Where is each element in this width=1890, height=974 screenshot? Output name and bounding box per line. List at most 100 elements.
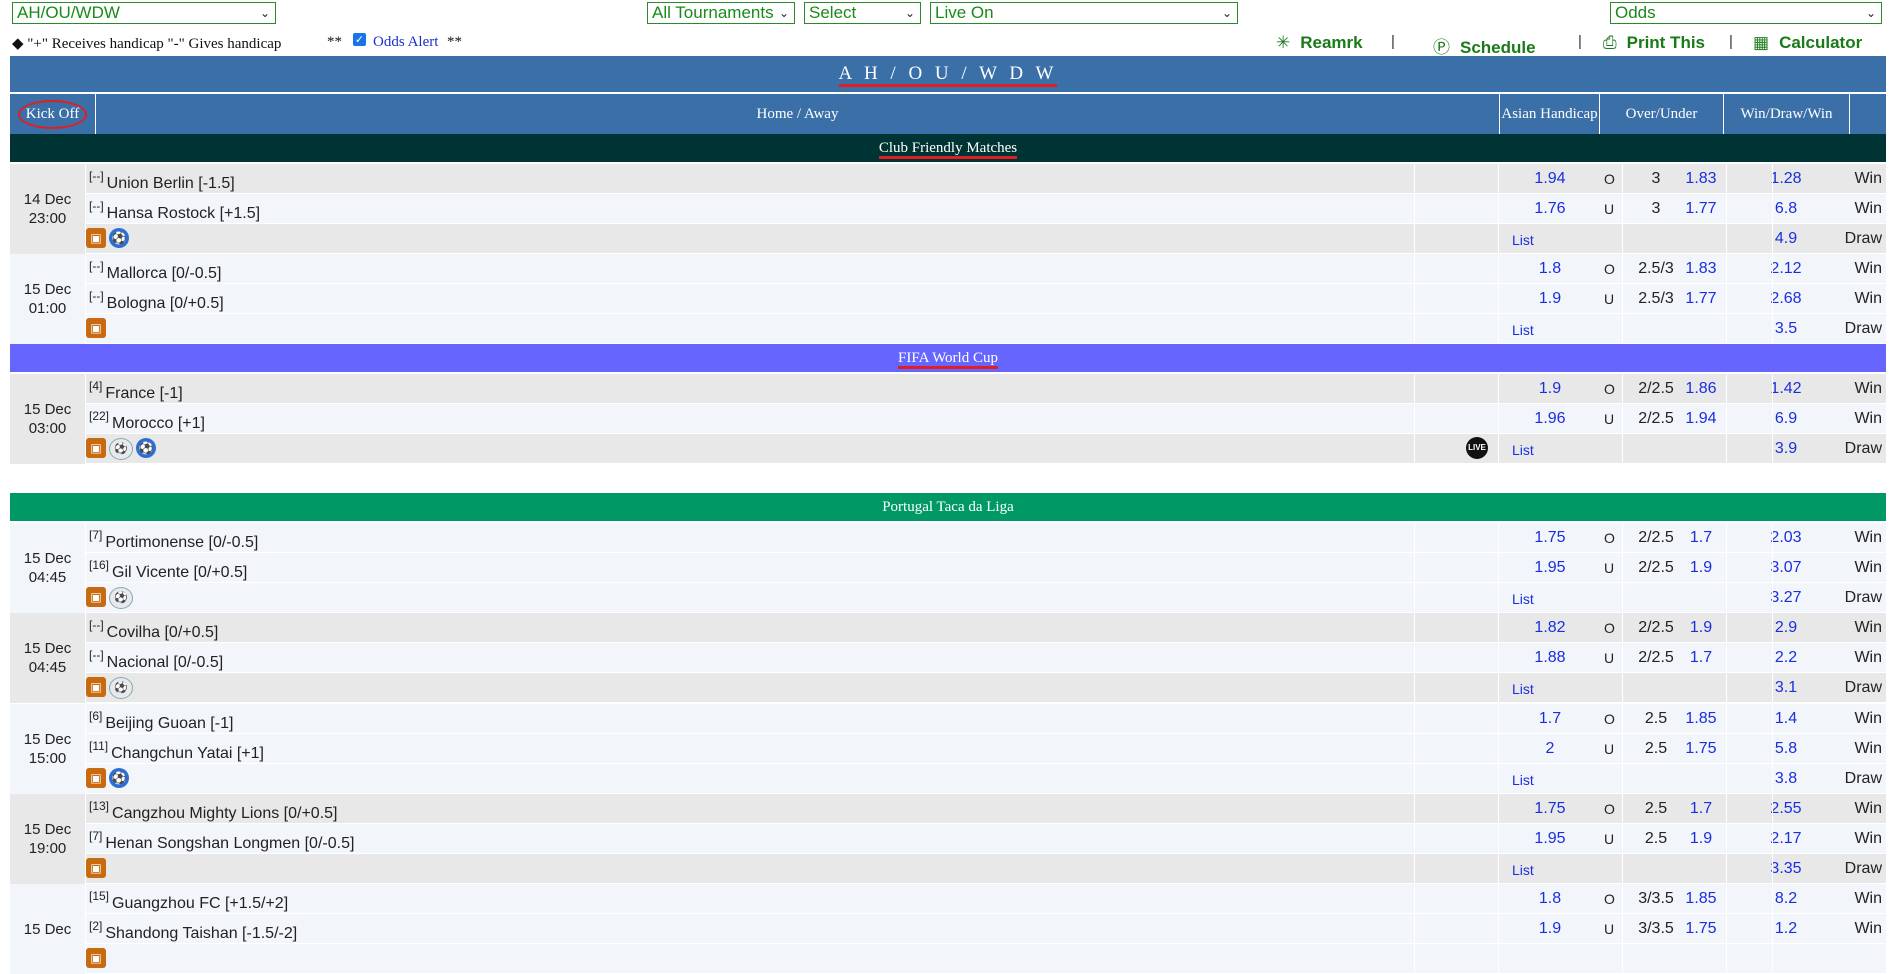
ou-odds[interactable]: 1.77: [1676, 200, 1726, 218]
odds-alert-checkbox[interactable]: ✓: [353, 33, 366, 46]
live-select[interactable]: Live On ⌄: [930, 2, 1238, 24]
team[interactable]: [--] Union Berlin [-1.5]: [89, 169, 235, 193]
wdw-odds[interactable]: 8.2: [1726, 890, 1846, 908]
ah-odds[interactable]: 1.8: [1500, 890, 1600, 908]
team[interactable]: [11] Changchun Yatai [+1]: [89, 739, 264, 763]
analysis-icon[interactable]: ▣: [86, 948, 106, 968]
draw-odds[interactable]: 3.5: [1726, 320, 1846, 338]
team[interactable]: [--] Nacional [0/-0.5]: [89, 648, 223, 672]
remark-button[interactable]: ✳ Reamrk: [1276, 33, 1363, 53]
ou-odds[interactable]: 1.75: [1676, 920, 1726, 938]
draw-odds[interactable]: 3.27: [1726, 589, 1846, 607]
wdw-odds[interactable]: 5.8: [1726, 740, 1846, 758]
team[interactable]: [13] Cangzhou Mighty Lions [0/+0.5]: [89, 799, 338, 823]
calculator-button[interactable]: ▦ Calculator: [1753, 33, 1862, 53]
ou-odds[interactable]: 1.9: [1676, 619, 1726, 637]
team[interactable]: [15] Guangzhou FC [+1.5/+2]: [89, 889, 288, 913]
list-link[interactable]: List: [1512, 442, 1534, 458]
league-header[interactable]: FIFA World Cup: [10, 344, 1886, 372]
wdw-odds[interactable]: 2.68: [1726, 290, 1846, 308]
draw-odds[interactable]: 4.9: [1726, 230, 1846, 248]
wdw-odds[interactable]: 1.2: [1726, 920, 1846, 938]
league-header[interactable]: Club Friendly Matches: [10, 134, 1886, 162]
ball-icon[interactable]: ⚽: [109, 768, 129, 788]
header-kickoff[interactable]: Kick Off: [10, 94, 96, 134]
wdw-odds[interactable]: 2.03: [1726, 529, 1846, 547]
odds-alert-link[interactable]: Odds Alert: [373, 34, 438, 51]
wdw-odds[interactable]: 6.9: [1726, 410, 1846, 428]
team[interactable]: [22] Morocco [+1]: [89, 409, 205, 433]
print-button[interactable]: ⎙ Print This: [1603, 33, 1705, 53]
ball-icon[interactable]: ⚽: [109, 228, 129, 248]
wdw-odds[interactable]: 2.17: [1726, 830, 1846, 848]
analysis-icon[interactable]: ▣: [86, 228, 106, 248]
ah-odds[interactable]: 1.75: [1500, 800, 1600, 818]
ah-odds[interactable]: 1.82: [1500, 619, 1600, 637]
ou-odds[interactable]: 1.7: [1676, 529, 1726, 547]
ball-icon[interactable]: ⚽: [136, 438, 156, 458]
ah-odds[interactable]: 1.96: [1500, 410, 1600, 428]
wdw-odds[interactable]: 1.28: [1726, 170, 1846, 188]
wdw-odds[interactable]: 6.8: [1726, 200, 1846, 218]
ah-odds[interactable]: 1.88: [1500, 649, 1600, 667]
ah-odds[interactable]: 2: [1500, 740, 1600, 758]
analysis-icon[interactable]: ▣: [86, 768, 106, 788]
ah-odds[interactable]: 1.95: [1500, 559, 1600, 577]
analysis-icon[interactable]: ▣: [86, 438, 106, 458]
ou-odds[interactable]: 1.94: [1676, 410, 1726, 428]
ou-odds[interactable]: 1.75: [1676, 740, 1726, 758]
ah-odds[interactable]: 1.7: [1500, 710, 1600, 728]
team[interactable]: [7] Henan Songshan Longmen [0/-0.5]: [89, 829, 354, 853]
ou-odds[interactable]: 1.7: [1676, 800, 1726, 818]
analysis-icon[interactable]: ▣: [86, 587, 106, 607]
ah-odds[interactable]: 1.9: [1500, 380, 1600, 398]
soccer-ball-icon[interactable]: ⚽: [109, 677, 133, 699]
wdw-odds[interactable]: 2.12: [1726, 260, 1846, 278]
wdw-odds[interactable]: 1.42: [1726, 380, 1846, 398]
ah-odds[interactable]: 1.9: [1500, 290, 1600, 308]
ou-odds[interactable]: 1.85: [1676, 890, 1726, 908]
team[interactable]: [7] Portimonense [0/-0.5]: [89, 528, 258, 552]
schedule-button[interactable]: Ⓟ Schedule: [1433, 33, 1536, 58]
list-link[interactable]: List: [1512, 862, 1534, 878]
ou-odds[interactable]: 1.9: [1676, 559, 1726, 577]
draw-odds[interactable]: 3.35: [1726, 860, 1846, 878]
ah-odds[interactable]: 1.9: [1500, 920, 1600, 938]
list-link[interactable]: List: [1512, 591, 1534, 607]
ah-odds[interactable]: 1.75: [1500, 529, 1600, 547]
wdw-odds[interactable]: 2.9: [1726, 619, 1846, 637]
soccer-ball-icon[interactable]: ⚽: [109, 438, 133, 460]
ah-odds[interactable]: 1.76: [1500, 200, 1600, 218]
odds-select[interactable]: Odds ⌄: [1610, 2, 1882, 24]
league-header[interactable]: Portugal Taca da Liga: [10, 493, 1886, 521]
ah-odds[interactable]: 1.94: [1500, 170, 1600, 188]
list-link[interactable]: List: [1512, 681, 1534, 697]
ou-odds[interactable]: 1.83: [1676, 170, 1726, 188]
team[interactable]: [--] Bologna [0/+0.5]: [89, 289, 224, 313]
team[interactable]: [--] Covilha [0/+0.5]: [89, 618, 218, 642]
ah-odds[interactable]: 1.8: [1500, 260, 1600, 278]
soccer-ball-icon[interactable]: ⚽: [109, 587, 133, 609]
analysis-icon[interactable]: ▣: [86, 318, 106, 338]
team[interactable]: [4] France [-1]: [89, 379, 183, 403]
ou-odds[interactable]: 1.77: [1676, 290, 1726, 308]
wdw-odds[interactable]: 1.4: [1726, 710, 1846, 728]
live-icon[interactable]: LIVE: [1466, 437, 1488, 459]
list-link[interactable]: List: [1512, 322, 1534, 338]
ou-odds[interactable]: 1.83: [1676, 260, 1726, 278]
analysis-icon[interactable]: ▣: [86, 858, 106, 878]
ou-odds[interactable]: 1.7: [1676, 649, 1726, 667]
draw-odds[interactable]: 3.9: [1726, 440, 1846, 458]
team[interactable]: [6] Beijing Guoan [-1]: [89, 709, 233, 733]
draw-odds[interactable]: 3.1: [1726, 679, 1846, 697]
ah-odds[interactable]: 1.95: [1500, 830, 1600, 848]
analysis-icon[interactable]: ▣: [86, 677, 106, 697]
wdw-odds[interactable]: 3.07: [1726, 559, 1846, 577]
ou-odds[interactable]: 1.85: [1676, 710, 1726, 728]
select2[interactable]: Select ⌄: [804, 2, 921, 24]
wdw-odds[interactable]: 2.2: [1726, 649, 1846, 667]
team[interactable]: [2] Shandong Taishan [-1.5/-2]: [89, 919, 297, 943]
list-link[interactable]: List: [1512, 232, 1534, 248]
list-link[interactable]: List: [1512, 772, 1534, 788]
wdw-odds[interactable]: 2.55: [1726, 800, 1846, 818]
